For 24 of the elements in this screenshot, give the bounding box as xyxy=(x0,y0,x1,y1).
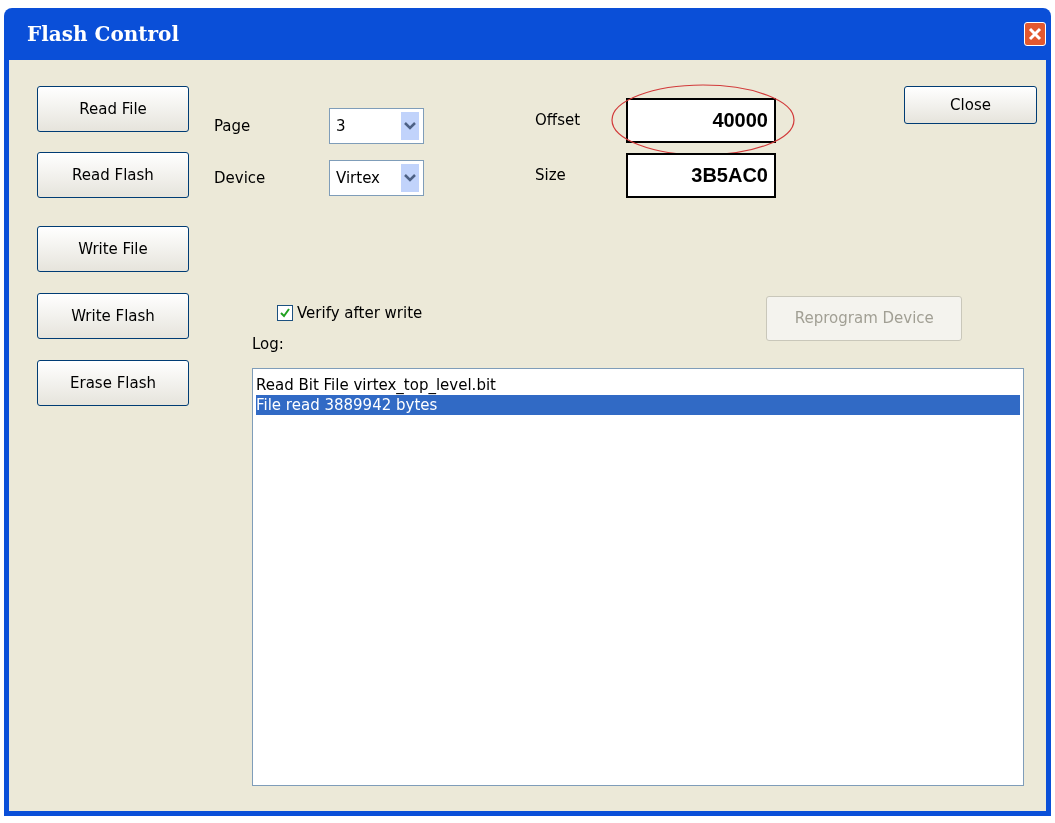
chevron-down-icon xyxy=(404,173,416,183)
log-label: Log: xyxy=(252,334,285,355)
action-button[interactable]: Write File xyxy=(37,226,189,272)
dropdown-value: 3 xyxy=(336,115,346,137)
field-label: Page xyxy=(214,115,252,137)
action-button[interactable]: Write Flash xyxy=(37,293,189,339)
checkbox[interactable] xyxy=(277,305,293,322)
checkbox-label: Verify after write xyxy=(297,303,423,324)
dropdown-value: Virtex xyxy=(336,167,380,189)
close-button[interactable]: Close xyxy=(904,86,1037,124)
log-line[interactable]: Read Bit File virtex_top_level.bit xyxy=(256,374,1020,395)
action-button[interactable]: Read Flash xyxy=(37,152,189,198)
field-label: Offset xyxy=(535,110,582,132)
action-button[interactable]: Read File xyxy=(37,86,189,132)
field-label: Size xyxy=(535,165,567,187)
dropdown[interactable]: 3 xyxy=(329,108,424,144)
number-field[interactable]: 40000 xyxy=(626,98,776,143)
dropdown[interactable]: Virtex xyxy=(329,160,424,196)
close-icon[interactable] xyxy=(1024,22,1046,46)
window-title: Flash Control xyxy=(26,21,180,48)
number-field[interactable]: 3B5AC0 xyxy=(626,153,776,198)
field-label: Device xyxy=(214,167,267,189)
chevron-down-icon xyxy=(404,121,416,131)
action-button[interactable]: Erase Flash xyxy=(37,360,189,406)
